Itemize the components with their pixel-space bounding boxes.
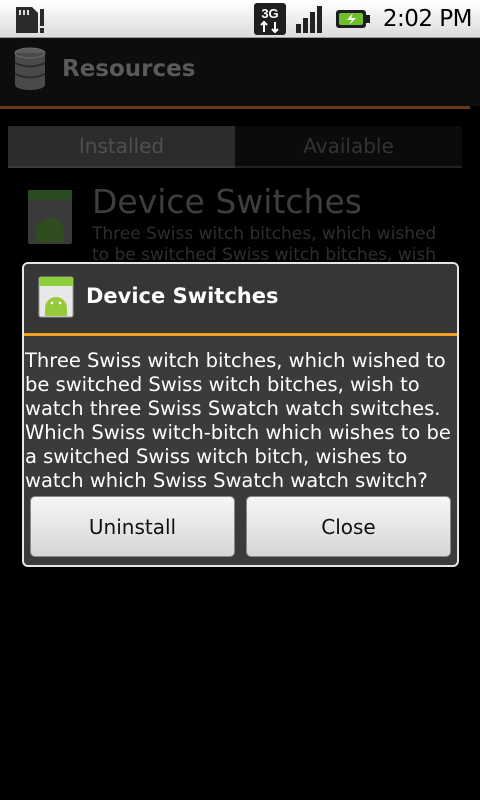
database-icon — [14, 47, 46, 90]
dialog-message: Three Swiss witch bitches, which wished … — [25, 349, 451, 492]
dialog-button-bar: Uninstall Close — [24, 494, 457, 560]
sd-card-icon — [16, 7, 44, 33]
svg-text:3G: 3G — [261, 6, 278, 21]
dialog-divider — [24, 333, 457, 336]
android-app-icon — [38, 276, 74, 318]
uninstall-button[interactable]: Uninstall — [30, 496, 235, 557]
battery-charging-icon — [335, 10, 370, 28]
tab-bar: Installed Available — [8, 126, 462, 168]
title-divider — [0, 106, 470, 109]
list-item-title: Device Switches — [92, 182, 362, 221]
tab-installed[interactable]: Installed — [8, 126, 235, 168]
clock: 2:02 PM — [382, 6, 473, 32]
status-bar: 3G 2:02 PM — [0, 0, 480, 38]
close-button[interactable]: Close — [246, 496, 451, 557]
page-title: Resources — [62, 56, 196, 82]
network-3g-icon: 3G — [253, 3, 286, 35]
list-item[interactable]: Device Switches Three Swiss witch bitche… — [0, 180, 480, 270]
tab-available[interactable]: Available — [235, 126, 462, 168]
list-item-description: Three Swiss witch bitches, which wished … — [92, 224, 437, 262]
android-app-icon — [28, 190, 72, 244]
signal-icon — [295, 6, 322, 33]
title-bar: Resources — [0, 38, 480, 106]
dialog-header: Device Switches — [24, 264, 457, 334]
app-dialog: Device Switches Three Swiss witch bitche… — [22, 262, 459, 567]
dialog-title: Device Switches — [86, 284, 279, 308]
